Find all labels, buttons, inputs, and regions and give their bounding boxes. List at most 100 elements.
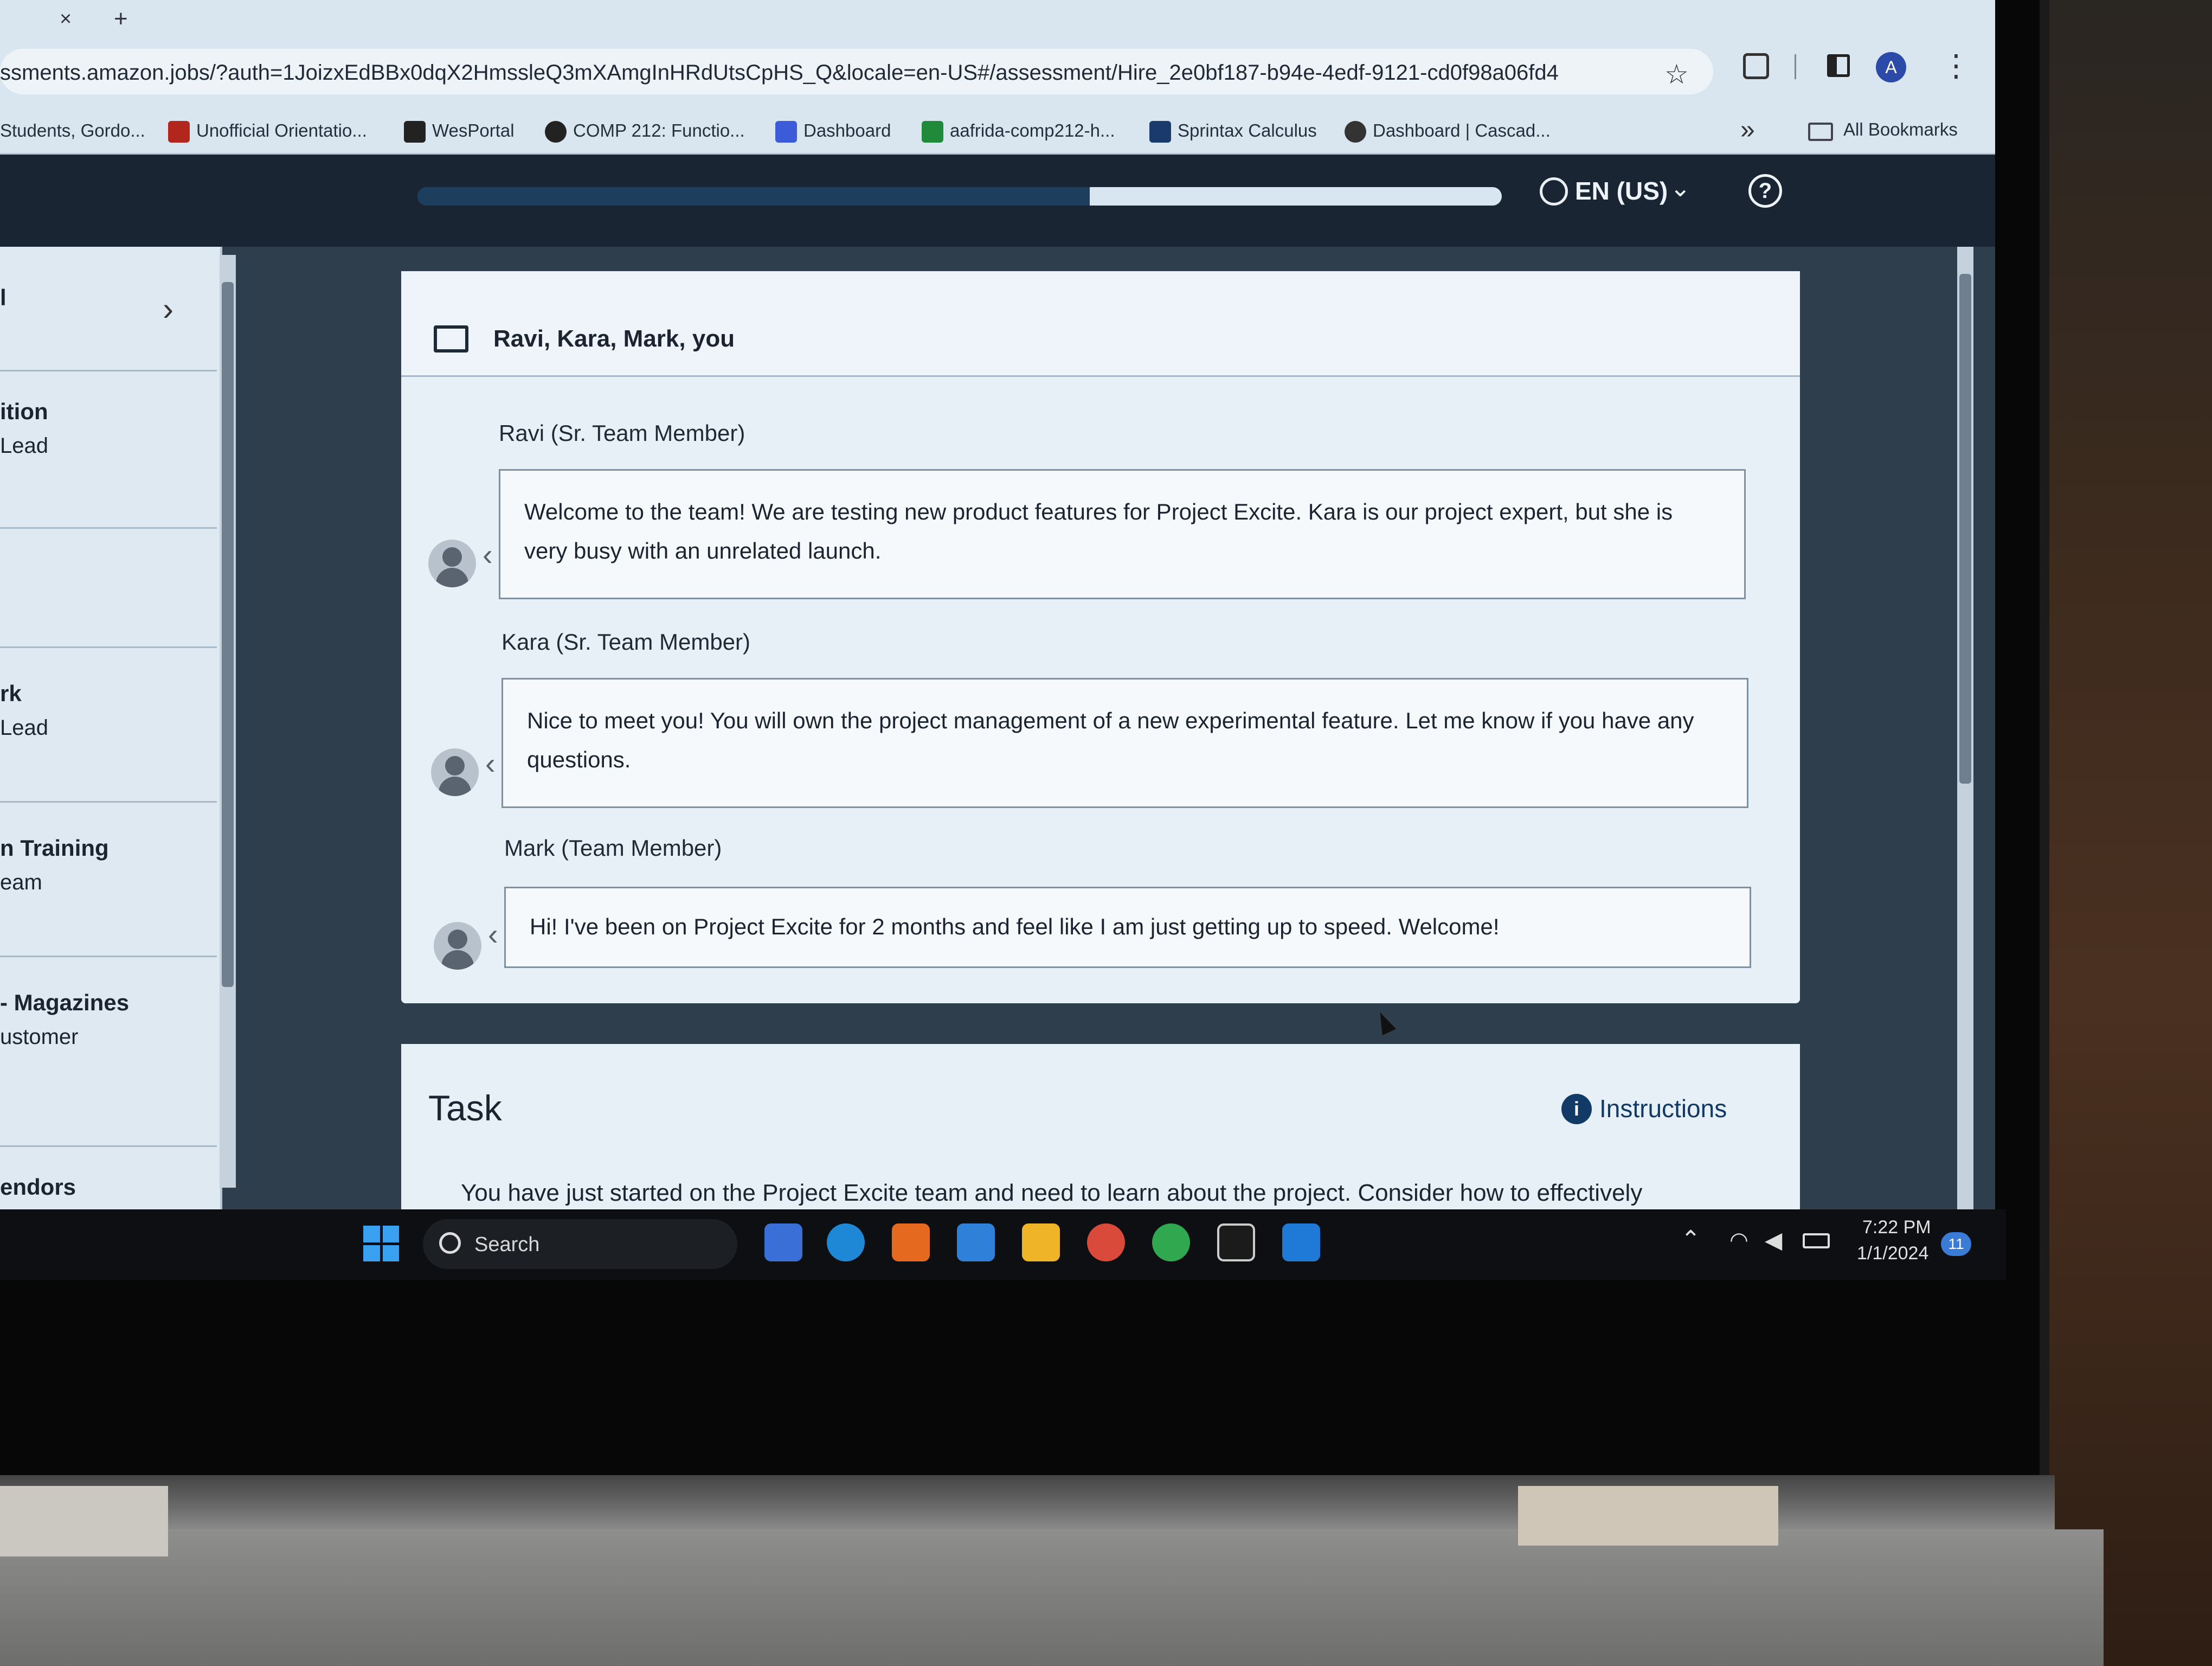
sidebar-item-title: ition (0, 399, 48, 424)
assessment-sidebar: l › ition Lead rk Lead n Training eam - … (0, 247, 222, 1209)
chrome-icon[interactable] (1087, 1223, 1125, 1261)
search-label: Search (474, 1233, 540, 1256)
sidebar-item[interactable]: l › (0, 247, 217, 371)
notification-badge[interactable]: 11 (1941, 1232, 1971, 1256)
more-bookmarks-icon[interactable]: » (1740, 115, 1755, 145)
chrome-profile-icon[interactable] (1152, 1223, 1190, 1261)
bookmark-favicon-icon (545, 121, 567, 143)
bookmark-item[interactable]: WesPortal (404, 120, 515, 143)
chat-bubble-icon (434, 325, 468, 353)
message-sender: Ravi (Sr. Team Member) (499, 420, 745, 446)
bookmark-item[interactable]: Sprintax Calculus (1149, 120, 1317, 143)
side-panel-icon[interactable] (1827, 54, 1850, 77)
sidebar-item[interactable]: ition Lead (0, 371, 217, 529)
new-tab-icon[interactable]: + (114, 5, 128, 33)
hinge-cover-right (1518, 1486, 1778, 1546)
volume-icon[interactable]: ◀ (1765, 1227, 1782, 1253)
vscode-icon[interactable] (1282, 1223, 1320, 1261)
sidebar-item-subtitle: ustomer (0, 1025, 79, 1049)
bookmark-item[interactable]: aafrida-comp212-h... (922, 120, 1115, 143)
sidebar-scrollbar[interactable] (220, 255, 236, 1188)
sidebar-item[interactable]: endors (0, 1147, 217, 1209)
mail-app-icon[interactable] (957, 1223, 995, 1261)
main-content: Ravi, Kara, Mark, you Ravi (Sr. Team Mem… (239, 247, 1973, 1209)
browser-tab-strip: × + (0, 0, 1995, 38)
file-explorer-icon[interactable] (1022, 1223, 1060, 1261)
sidebar-item[interactable] (0, 529, 217, 648)
info-icon[interactable]: i (1561, 1094, 1592, 1124)
windows-start-icon[interactable] (363, 1226, 399, 1261)
instructions-link[interactable]: Instructions (1599, 1094, 1727, 1123)
sidebar-item[interactable]: rk Lead (0, 648, 217, 803)
url-text[interactable]: ssments.amazon.jobs/?auth=1JoizxEdBBx0dq… (0, 61, 1559, 85)
bookmark-label: Unofficial Orientatio... (196, 120, 367, 140)
progress-bar-fill (417, 187, 1090, 206)
meet-app-icon[interactable] (764, 1223, 802, 1261)
terminal-icon[interactable] (1217, 1223, 1255, 1261)
sublime-text-icon[interactable] (892, 1223, 930, 1261)
message-sender: Kara (Sr. Team Member) (501, 629, 751, 655)
bookmark-favicon-icon (1345, 121, 1366, 143)
task-description: You have just started on the Project Exc… (461, 1180, 1643, 1206)
chevron-down-icon[interactable]: ⌄ (1670, 173, 1691, 202)
help-icon[interactable]: ? (1748, 174, 1782, 208)
taskbar-search[interactable]: Search (423, 1219, 737, 1269)
clock-date[interactable]: 1/1/2024 (1857, 1243, 1928, 1264)
sidebar-item-subtitle: eam (0, 870, 42, 894)
bookmark-label: Students, Gordo... (0, 120, 145, 140)
sidebar-item[interactable]: - Magazines ustomer (0, 957, 217, 1147)
bubble-tail-icon: ‹ (485, 746, 496, 780)
profile-avatar[interactable]: A (1876, 52, 1906, 82)
bookmark-label: COMP 212: Functio... (573, 120, 745, 140)
bookmark-item[interactable]: Students, Gordo... (0, 120, 145, 141)
message-bubble: Welcome to the team! We are testing new … (499, 469, 1746, 599)
laptop-keyboard-deck (0, 1529, 2104, 1666)
bookmark-favicon-icon (1149, 121, 1171, 143)
message-sender: Mark (Team Member) (504, 835, 722, 861)
chevron-right-icon[interactable]: › (163, 290, 173, 328)
sidebar-item-title: endors (0, 1174, 76, 1200)
hinge-cover-left (0, 1486, 168, 1556)
sidebar-item[interactable]: n Training eam (0, 803, 217, 957)
tab-close-icon[interactable]: × (60, 8, 72, 31)
user-avatar-icon (431, 748, 479, 796)
task-title: Task (428, 1088, 502, 1128)
sidebar-item-title: rk (0, 681, 22, 706)
language-selector[interactable]: EN (US) (1575, 176, 1668, 206)
bookmark-item[interactable]: COMP 212: Functio... (545, 120, 745, 143)
extensions-icon[interactable] (1743, 53, 1769, 79)
sidebar-item-title: n Training (0, 835, 109, 861)
globe-icon[interactable] (1540, 177, 1568, 206)
folder-icon (1808, 123, 1833, 141)
bookmark-label: Dashboard | Cascad... (1373, 120, 1551, 140)
all-bookmarks-link[interactable]: All Bookmarks (1843, 119, 1958, 140)
windows-taskbar: Search ⌃ ◠ ◀ 7:22 PM 1/1/2024 11 (0, 1209, 2006, 1280)
tray-chevron-up-icon[interactable]: ⌃ (1681, 1226, 1701, 1253)
wifi-icon[interactable]: ◠ (1729, 1228, 1748, 1253)
bookmarks-bar: Students, Gordo... Unofficial Orientatio… (0, 103, 1995, 155)
bookmark-label: aafrida-comp212-h... (950, 120, 1115, 140)
edge-browser-icon[interactable] (827, 1223, 865, 1261)
battery-icon[interactable] (1803, 1233, 1830, 1248)
bookmark-favicon-icon (775, 121, 797, 143)
clock-time[interactable]: 7:22 PM (1862, 1217, 1931, 1238)
sidebar-item-subtitle: Lead (0, 716, 48, 740)
browser-menu-icon[interactable]: ⋮ (1941, 48, 1971, 84)
bookmark-label: WesPortal (432, 120, 515, 140)
bookmark-star-icon[interactable]: ☆ (1664, 59, 1689, 90)
chat-panel: Ravi, Kara, Mark, you Ravi (Sr. Team Mem… (401, 271, 1800, 1003)
bookmark-label: Dashboard (803, 120, 891, 140)
bookmark-item[interactable]: Unofficial Orientatio... (168, 120, 367, 143)
bookmark-item[interactable]: Dashboard | Cascad... (1345, 120, 1551, 143)
bookmark-item[interactable]: Dashboard (775, 120, 891, 143)
sidebar-item-subtitle: Lead (0, 434, 48, 458)
main-scrollbar-thumb[interactable] (1959, 274, 1971, 784)
bookmark-label: Sprintax Calculus (1178, 120, 1317, 140)
sidebar-scrollbar-thumb[interactable] (222, 282, 234, 987)
address-bar[interactable]: ssments.amazon.jobs/?auth=1JoizxEdBBx0dq… (0, 49, 1713, 94)
user-avatar-icon (428, 540, 476, 587)
main-scrollbar[interactable] (1957, 247, 1973, 1209)
bookmark-favicon-icon (168, 121, 190, 143)
assessment-progress-bar (417, 187, 1502, 206)
toolbar-divider (1795, 54, 1796, 79)
